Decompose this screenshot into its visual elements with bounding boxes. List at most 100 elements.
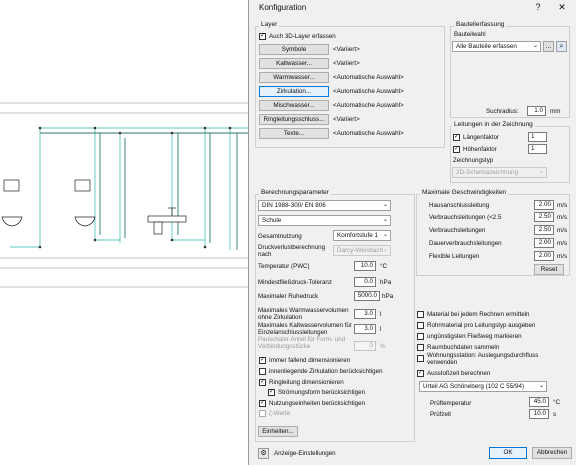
geschw-input-0[interactable]: 2.00 bbox=[534, 200, 554, 210]
fliessweg-checkbox[interactable] bbox=[417, 333, 424, 340]
fallend-checkbox[interactable]: ✓ bbox=[259, 357, 266, 364]
fliessdruck-input[interactable]: 0.0 bbox=[354, 277, 376, 287]
symbole-value: <Variiert> bbox=[333, 46, 360, 53]
norm-select[interactable]: DIN 1988-300/ EN 806 ⌄ bbox=[258, 200, 391, 211]
pauschal-input[interactable]: 0 bbox=[354, 341, 376, 351]
pruef-zeit-unit: s bbox=[553, 411, 557, 418]
fallend-label: Immer fallend dimensionieren bbox=[269, 357, 351, 364]
zirkulation-button[interactable]: Zirkulation... bbox=[259, 86, 329, 97]
material-label: Material bei jedem Rechnen ermitteln bbox=[427, 311, 530, 318]
wohnungsstation-checkbox[interactable] bbox=[417, 355, 424, 362]
hoehe-label: Höhenfaktor bbox=[463, 146, 497, 153]
fliessdruck-label: Mindestfließdruck-Toleranz bbox=[258, 279, 332, 286]
geschw-input-4[interactable]: 2.00 bbox=[534, 251, 554, 261]
berechnung-group-label: Berechnungsparameter bbox=[259, 189, 331, 196]
pauschal-label: Pauschaler Anteil für Form- und Verbindu… bbox=[258, 336, 346, 350]
rohrmaterial-checkbox[interactable] bbox=[417, 322, 424, 329]
nutzung-label: Nutzungseinheiten berücksichtigen bbox=[269, 400, 365, 407]
raumbuch-checkbox[interactable] bbox=[417, 344, 424, 351]
bauteilwahl-value: Alle Bauteile erfassen bbox=[456, 43, 517, 50]
layer-group-label: Layer bbox=[259, 21, 280, 28]
leitungen-group-label: Leitungen in der Zeichnung bbox=[452, 121, 535, 128]
geschw-label-1: Verbrauchsleitungen (<2.5 bbox=[429, 214, 502, 221]
temperatur-label: Temperatur (PWC) bbox=[258, 263, 310, 270]
nutzung-checkbox[interactable]: ✓ bbox=[259, 400, 266, 407]
temperatur-input[interactable]: 10.0 bbox=[354, 261, 376, 271]
pruef-zeit-input[interactable]: 10.0 bbox=[529, 409, 549, 419]
laenge-checkbox[interactable]: ✓ bbox=[453, 134, 460, 141]
close-icon[interactable]: ✕ bbox=[554, 2, 570, 13]
include-3d-label: Auch 3D-Layer erfassen bbox=[269, 33, 336, 40]
warmwasser-button[interactable]: Warmwasser... bbox=[259, 72, 329, 83]
druckverlust-select[interactable]: Darcy-Weisbach ⌄ bbox=[333, 245, 391, 256]
geschw-unit-1: m/s bbox=[557, 214, 568, 221]
reset-button[interactable]: Reset bbox=[534, 264, 564, 275]
symbole-button[interactable]: Symbole bbox=[259, 44, 329, 55]
pruef-temp-input[interactable]: 45.0 bbox=[529, 397, 549, 407]
kaltwasservolumen-input[interactable]: 3.0 bbox=[354, 324, 376, 334]
geschw-unit-3: m/s bbox=[557, 240, 568, 247]
gebaeude-value: Schule bbox=[262, 217, 282, 224]
gebaeude-select[interactable]: Schule ⌄ bbox=[258, 215, 391, 226]
mischwasser-button[interactable]: Mischwasser... bbox=[259, 100, 329, 111]
ausstoss-select[interactable]: Urteil AG Schöneberg (102 C 55/94) ⌄ bbox=[419, 381, 547, 392]
temperatur-unit: °C bbox=[380, 263, 388, 270]
gesamtnutzung-select[interactable]: Komfortstufe 1 ⌄ bbox=[333, 230, 391, 241]
include-3d-checkbox[interactable]: ✓ bbox=[259, 33, 266, 40]
geschw-label-0: Hausanschlussleitung bbox=[429, 202, 490, 209]
laenge-input[interactable]: 1 bbox=[528, 132, 547, 142]
zeta-checkbox[interactable] bbox=[259, 410, 266, 417]
ringleitung-dim-checkbox[interactable]: ✓ bbox=[259, 379, 266, 386]
ruhedruck-input[interactable]: 5000.0 bbox=[354, 291, 380, 301]
geschw-input-2[interactable]: 2.50 bbox=[534, 225, 554, 235]
material-checkbox[interactable] bbox=[417, 311, 424, 318]
geschw-unit-0: m/s bbox=[557, 202, 568, 209]
gesamtnutzung-value: Komfortstufe 1 bbox=[337, 232, 378, 239]
warmwasservolumen-input[interactable]: 3.0 bbox=[354, 309, 376, 319]
fliessdruck-unit: hPa bbox=[380, 279, 392, 286]
schematic-drawing bbox=[0, 102, 248, 288]
warmwasservolumen-label: Maximales Warmwasservolumen ohne Zirkula… bbox=[258, 307, 349, 321]
texte-value: <Automatische Auswahl> bbox=[333, 130, 404, 137]
chevron-down-icon: ⌄ bbox=[382, 217, 388, 223]
stroemung-label: Strömungsform berücksichtigen bbox=[278, 389, 366, 396]
kaltwasser-button[interactable]: Kaltwasser... bbox=[259, 58, 329, 69]
hoehe-checkbox[interactable]: ✓ bbox=[453, 146, 460, 153]
settings-icon[interactable]: ⚙ bbox=[258, 448, 269, 459]
druckverlust-value: Darcy-Weisbach bbox=[337, 247, 384, 254]
geschw-unit-2: m/s bbox=[557, 227, 568, 234]
geschw-input-3[interactable]: 2.00 bbox=[534, 238, 554, 248]
kaltwasser-value: <Variiert> bbox=[333, 60, 360, 67]
texte-button[interactable]: Texte... bbox=[259, 128, 329, 139]
ok-button[interactable]: OK bbox=[489, 447, 527, 459]
zirkulation-value: <Automatische Auswahl> bbox=[333, 88, 404, 95]
bauteil-group-label: Bauteilerfassung bbox=[454, 21, 507, 28]
suchradius-unit: mm bbox=[550, 108, 561, 115]
pauschal-unit: % bbox=[380, 343, 386, 350]
warmwasservolumen-unit: l bbox=[380, 311, 382, 318]
ausstoss-checkbox[interactable]: ✓ bbox=[417, 370, 424, 377]
stroemung-checkbox[interactable]: ✓ bbox=[268, 389, 275, 396]
more-button[interactable]: ... bbox=[543, 41, 554, 52]
cad-drawing-area[interactable] bbox=[0, 0, 248, 465]
hoehe-input[interactable]: 1 bbox=[528, 144, 547, 154]
ringleitung-value: <Variiert> bbox=[333, 116, 360, 123]
geschw-input-1[interactable]: 2.50 bbox=[534, 212, 554, 222]
zeichnungstyp-label: Zeichnungstyp bbox=[453, 157, 494, 164]
kaltwasservolumen-unit: l bbox=[380, 326, 382, 333]
search-icon[interactable]: ⌕ bbox=[556, 41, 567, 52]
geschw-unit-4: m/s bbox=[557, 253, 568, 260]
chevron-down-icon: ⌄ bbox=[382, 247, 388, 253]
help-button[interactable]: ? bbox=[530, 2, 546, 12]
innenliegend-checkbox[interactable] bbox=[259, 368, 266, 375]
ringleitung-button[interactable]: Ringleitungsschluss... bbox=[259, 114, 329, 125]
zeichnungstyp-select[interactable]: 2D-Schemazeichnung ⌄ bbox=[452, 167, 547, 178]
bauteilwahl-select[interactable]: Alle Bauteile erfassen ⌄ bbox=[452, 41, 541, 52]
raumbuch-label: Raumbuchdaten sammeln bbox=[427, 344, 500, 351]
cancel-button[interactable]: Abbrechen bbox=[532, 447, 572, 459]
anzeige-label[interactable]: Anzeige-Einstellungen bbox=[274, 450, 336, 457]
einheiten-button[interactable]: Einheiten... bbox=[258, 426, 298, 437]
suchradius-input[interactable]: 1.0 bbox=[527, 106, 546, 116]
ringleitung-dim-label: Ringleitung dimensionieren bbox=[269, 379, 344, 386]
chevron-down-icon: ⌄ bbox=[538, 169, 544, 175]
